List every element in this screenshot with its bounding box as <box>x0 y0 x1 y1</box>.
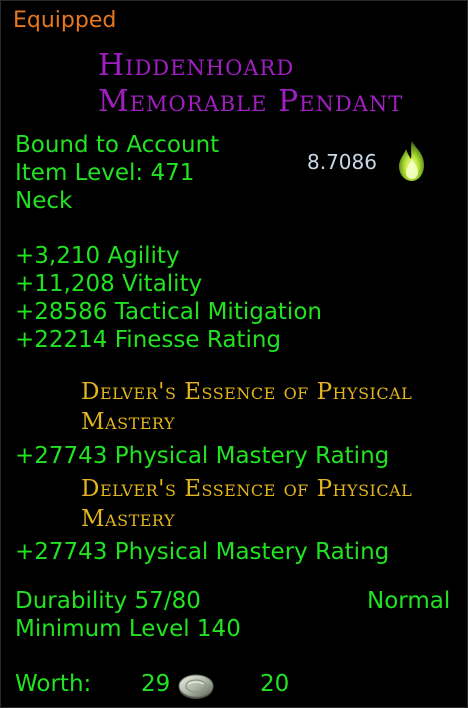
minimum-level: Minimum Level 140 <box>15 616 241 642</box>
binding-text: Bound to Account <box>15 132 220 158</box>
silver-coin-icon <box>178 674 214 699</box>
quality: Normal <box>367 588 451 614</box>
stat-tactical-mitigation: +28586 Tactical Mitigation <box>15 299 322 325</box>
essence-name-line1: Delver's Essence of Physical <box>81 379 413 405</box>
essence-name-line2: Mastery <box>81 506 176 532</box>
stat-vitality: +11,208 Vitality <box>15 271 203 297</box>
item-name-line2: Memorable Pendant <box>98 84 404 119</box>
durability: Durability 57/80 <box>15 588 201 614</box>
essence-stat: +27743 Physical Mastery Rating <box>15 539 390 565</box>
essence-name-line2: Mastery <box>81 409 176 435</box>
item-name-line1: Hiddenhoard <box>98 48 295 83</box>
flame-icon <box>399 141 424 181</box>
equipped-status: Equipped <box>13 8 117 33</box>
item-rating: 8.7086 <box>307 150 377 174</box>
item-tooltip: Equipped Hiddenhoard Memorable Pendant B… <box>0 0 468 708</box>
item-level: Item Level: 471 <box>15 160 195 186</box>
worth-label: Worth: <box>15 671 92 697</box>
stat-agility: +3,210 Agility <box>15 243 180 269</box>
stat-finesse: +22214 Finesse Rating <box>15 327 282 353</box>
item-slot: Neck <box>15 188 73 214</box>
essence-name-line1: Delver's Essence of Physical <box>81 476 413 502</box>
worth-silver: 20 <box>260 671 290 697</box>
worth-gold: 29 <box>141 671 171 697</box>
essence-stat: +27743 Physical Mastery Rating <box>15 443 390 469</box>
